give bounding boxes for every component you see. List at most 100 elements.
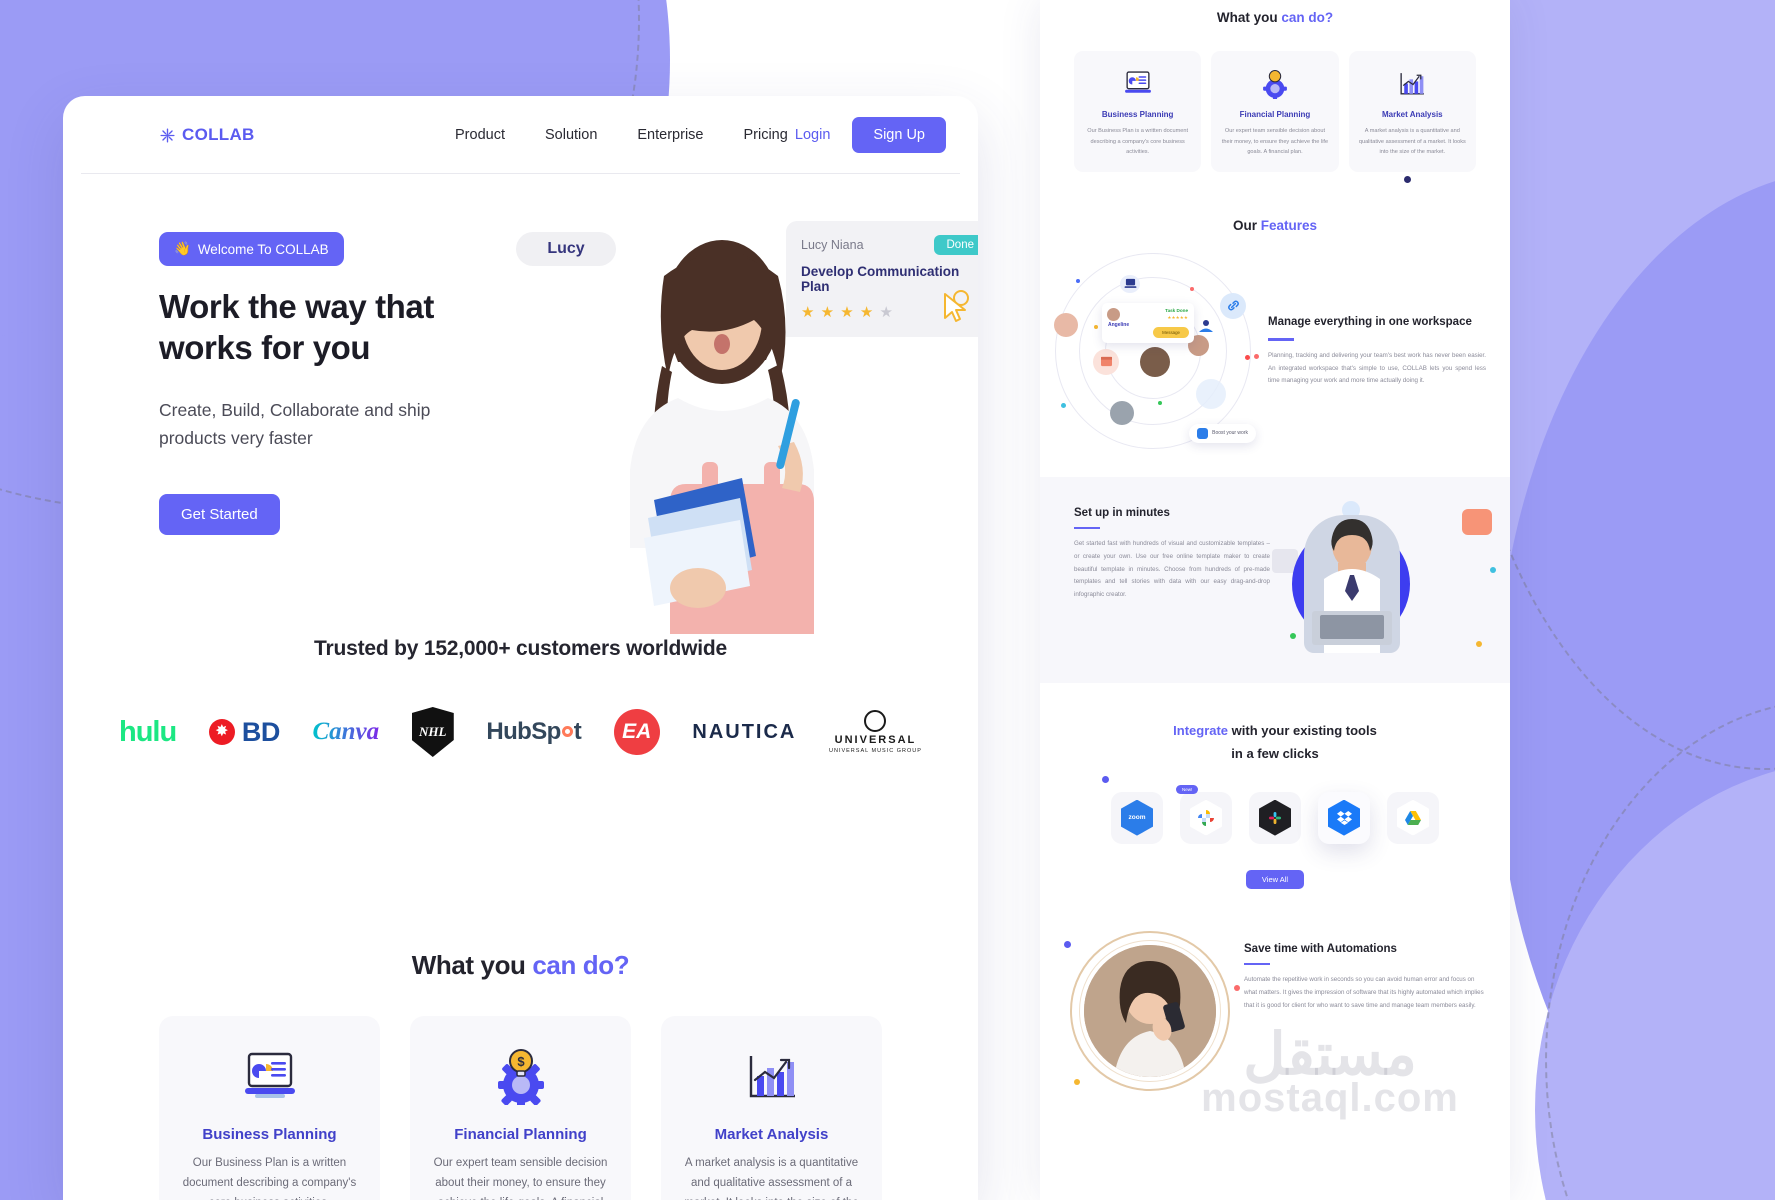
google-drive-icon — [1397, 799, 1429, 836]
businessman-photo — [1304, 514, 1400, 653]
navbar: COLLAB Product Solution Enterprise Prici… — [63, 96, 978, 174]
cursor-pointer-icon — [944, 290, 969, 322]
decor-dot — [1245, 354, 1250, 360]
presentation-chart-icon — [1084, 67, 1191, 101]
card-business-planning[interactable]: Business Planning Our Business Plan is a… — [159, 1016, 380, 1200]
setup-rule — [1074, 526, 1100, 530]
right-card-market-analysis[interactable]: Market Analysis A market analysis is a q… — [1348, 51, 1476, 172]
hero-subtitle: Create, Build, Collaborate and ship prod… — [159, 400, 431, 448]
integration-tile-google-drive[interactable] — [1387, 791, 1439, 844]
mini-card-message-button[interactable]: Message — [1153, 326, 1189, 338]
right-card-financial-planning[interactable]: Financial Planning Our expert team sensi… — [1211, 51, 1339, 172]
star-filled-icon: ★ — [840, 304, 855, 321]
card-description: Our expert team sensible decision about … — [433, 1157, 608, 1200]
hubspot-text: HubSp — [486, 718, 561, 745]
avatar — [1110, 400, 1134, 425]
heading-line2: in a few clicks — [1231, 746, 1319, 762]
page-scroll-preview: What you can do? Business Planning Our B… — [1040, 0, 1510, 1200]
setup-illustration — [1270, 500, 1510, 657]
team-orbit-illustration: Task Done ★★★★★ Angeline Message Boost y… — [1048, 251, 1258, 451]
view-all-button[interactable]: View All — [1245, 869, 1305, 889]
nav-link-enterprise[interactable]: Enterprise — [637, 127, 703, 143]
zoom-icon: zoom — [1121, 799, 1153, 836]
dropbox-icon — [1328, 799, 1360, 836]
task-status-badge: Done — [933, 235, 978, 255]
brand-name: COLLAB — [182, 125, 255, 144]
logo-universal-music-group: UNIVERSAL UNIVERSAL MUSIC GROUP — [829, 704, 922, 760]
features-heading: Our Features — [1040, 218, 1510, 233]
decor-dot — [1102, 775, 1109, 783]
card-description: A market analysis is a quantitative and … — [684, 1157, 859, 1200]
bd-mark-icon: ✸ — [208, 719, 235, 745]
nav-link-product[interactable]: Product — [455, 127, 505, 143]
right-card-business-planning[interactable]: Business Planning Our Business Plan is a… — [1074, 51, 1202, 172]
brand-logo[interactable]: COLLAB — [159, 125, 255, 145]
mini-card-rating: ★★★★★ — [1167, 314, 1188, 320]
sparkle-icon — [160, 127, 175, 143]
dotted-circle-decor — [1196, 378, 1226, 409]
card-description: Our Business Plan is a written document … — [182, 1157, 357, 1200]
card-title: Business Planning — [1101, 110, 1174, 119]
automations-title: Save time with Automations — [1244, 942, 1397, 955]
login-link[interactable]: Login — [795, 127, 830, 143]
landing-page-mockup: COLLAB Product Solution Enterprise Prici… — [63, 96, 978, 1200]
star-filled-icon: ★ — [859, 304, 875, 321]
task-assignee: Lucy Niana — [801, 238, 864, 252]
bar-chart-growth-icon — [681, 1046, 862, 1108]
heading-accent: can do? — [1281, 10, 1334, 25]
integration-tile-google-photos[interactable]: New! — [1176, 784, 1232, 844]
heading-line1: with your existing tools — [1228, 722, 1377, 738]
card-market-analysis[interactable]: Market Analysis A market analysis is a q… — [661, 1016, 882, 1200]
star-filled-icon: ★ — [820, 304, 836, 321]
what-you-can-do-heading: What you can do? — [63, 950, 978, 981]
setup-section: Set up in minutes Get started fast with … — [1040, 476, 1510, 683]
setup-text: Set up in minutes Get started fast with … — [1040, 507, 1270, 602]
star-empty-icon: ★ — [879, 304, 894, 321]
features-row: Task Done ★★★★★ Angeline Message Boost y… — [1040, 233, 1510, 451]
automations-section: Save time with Automations Automate the … — [1040, 889, 1510, 1091]
decor-dot — [1490, 566, 1496, 573]
heading-plain: What you — [1216, 10, 1282, 25]
decor-dot — [1158, 400, 1162, 405]
automations-rule — [1244, 962, 1270, 966]
features-title: Manage everything in one workspace — [1268, 315, 1472, 328]
trusted-heading: Trusted by 152,000+ customers worldwide — [314, 637, 727, 660]
feature-cards: Business Planning Our Business Plan is a… — [159, 1016, 882, 1200]
people-icon — [1198, 319, 1214, 333]
features-description-text: Planning, tracking and delivering your t… — [1268, 351, 1486, 385]
integration-tile-slack[interactable] — [1249, 791, 1301, 844]
get-started-button[interactable]: Get Started — [159, 494, 280, 535]
heading-plain: What you — [411, 950, 533, 980]
integration-tile-dropbox[interactable] — [1318, 791, 1370, 844]
heading-accent: Features — [1260, 217, 1318, 233]
setup-title: Set up in minutes — [1074, 506, 1170, 519]
decor-dot — [1074, 1078, 1080, 1085]
setup-description: Get started fast with hundreds of visual… — [1074, 540, 1270, 599]
signup-button[interactable]: Sign Up — [852, 117, 946, 153]
logo-nautica: NAUTICA — [692, 720, 797, 743]
decor-dot — [1476, 640, 1482, 647]
slack-icon — [1259, 799, 1291, 836]
integrate-heading: Integrate with your existing tools in a … — [1040, 719, 1510, 766]
decor-dot — [1190, 286, 1194, 291]
hero-title: Work the way that works for you — [159, 288, 434, 367]
avatar — [1107, 307, 1120, 321]
right-wycd-heading: What you can do? — [1040, 10, 1510, 25]
automations-text: Save time with Automations Automate the … — [1244, 931, 1486, 1013]
nav-link-solution[interactable]: Solution — [545, 127, 597, 143]
card-description: Our expert team sensible decision about … — [1221, 128, 1329, 156]
integration-tile-zoom[interactable]: zoom — [1102, 775, 1163, 844]
features-section: Our Features Task Done ★★★★★ Angeline Me… — [1040, 218, 1510, 451]
card-financial-planning[interactable]: $ Financial Planning Our expert team sen… — [410, 1016, 631, 1200]
welcome-badge-label: Welcome To COLLAB — [197, 241, 329, 257]
bullet-dot — [1254, 353, 1259, 359]
hero-illustration: Lucy Lucy Niana Done Develop Communicati… — [503, 194, 978, 634]
nav-link-pricing[interactable]: Pricing — [743, 127, 787, 143]
logo-ea: EA — [613, 704, 660, 760]
decor-dot — [1290, 632, 1296, 639]
features-rule — [1268, 338, 1294, 341]
automations-illustration — [1064, 930, 1240, 1091]
boost-your-work-chip: Boost your work — [1189, 423, 1256, 443]
link-icon — [1220, 292, 1246, 319]
logo-nhl: NHL — [411, 704, 454, 760]
